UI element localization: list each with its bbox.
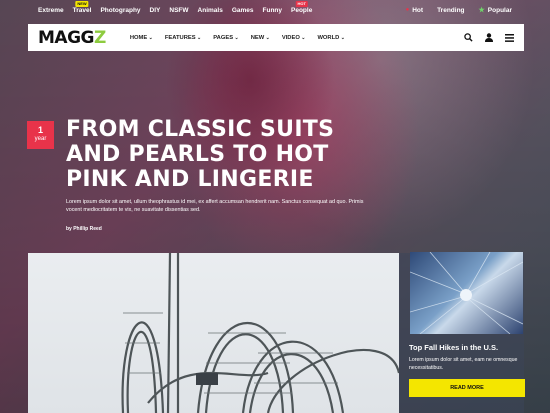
hot-badge: HOT	[295, 0, 308, 7]
category-label: Extreme	[38, 6, 64, 14]
nav-item-video[interactable]: VIDEO	[282, 35, 306, 41]
date-unit: year	[34, 136, 47, 142]
top-right-links: ● Hot Trending ★ Popular	[406, 6, 512, 15]
category-nsfw[interactable]: NSFW	[169, 7, 188, 14]
category-links: Extreme NEW Travel Photography DIY NSFW A…	[38, 0, 313, 14]
top-bar: Extreme NEW Travel Photography DIY NSFW A…	[0, 0, 550, 20]
site-logo[interactable]: MAGGZ	[38, 28, 106, 48]
featured-image-card[interactable]	[28, 253, 399, 413]
hot-label: Hot	[412, 6, 424, 14]
star-icon: ★	[478, 7, 485, 14]
category-label: Travel	[72, 6, 92, 14]
category-label: Games	[231, 6, 254, 14]
search-icon[interactable]	[464, 29, 473, 47]
trending-label: Trending	[437, 6, 465, 14]
date-number: 1	[37, 125, 43, 135]
trending-link[interactable]: Trending	[437, 7, 464, 14]
nav-item-features[interactable]: FEATURES	[165, 35, 201, 41]
category-extreme[interactable]: Extreme	[38, 7, 64, 14]
category-people[interactable]: HOT People	[291, 0, 313, 14]
category-animals[interactable]: Animals	[198, 7, 223, 14]
side-article-text: Lorem ipsum dolor sit amet, eam ne omnes…	[409, 357, 518, 371]
date-badge: 1 year	[27, 121, 54, 149]
tunnel-image	[410, 252, 523, 334]
nav-icons	[464, 29, 514, 47]
popular-label: Popular	[487, 6, 512, 14]
hero-byline[interactable]: by Phillip Reed	[66, 226, 102, 232]
category-label: NSFW	[169, 6, 189, 14]
read-more-button[interactable]: READ MORE	[409, 379, 525, 397]
side-article-title[interactable]: Top Fall Hikes in the U.S.	[409, 343, 498, 352]
hot-link[interactable]: ● Hot	[406, 7, 423, 14]
fire-icon: ●	[405, 7, 410, 13]
nav-item-world[interactable]: WORLD	[317, 35, 345, 41]
new-badge: NEW	[75, 0, 89, 7]
popular-link[interactable]: ★ Popular	[478, 6, 512, 15]
category-funny[interactable]: Funny	[263, 7, 283, 14]
nav-item-new[interactable]: NEW	[251, 35, 270, 41]
logo-accent: Z	[93, 27, 106, 48]
user-icon[interactable]	[485, 29, 493, 47]
category-diy[interactable]: DIY	[150, 7, 161, 14]
hero-headline[interactable]: FROM CLASSIC SUITS AND PEARLS TO HOT PIN…	[66, 117, 366, 192]
logo-text: MAGG	[38, 27, 94, 48]
side-article-image[interactable]	[410, 252, 523, 334]
nav-item-home[interactable]: HOME	[130, 35, 153, 41]
roller-coaster-image	[121, 253, 399, 413]
category-label: Photography	[100, 6, 141, 14]
category-travel[interactable]: NEW Travel	[72, 0, 92, 14]
hero-excerpt: Lorem ipsum dolor sit amet, ullum theoph…	[66, 199, 364, 213]
category-label: DIY	[149, 6, 161, 14]
category-games[interactable]: Games	[232, 7, 254, 14]
menu-icon[interactable]	[505, 29, 514, 47]
nav-menu: HOME FEATURES PAGES NEW VIDEO WORLD	[130, 35, 345, 41]
category-label: People	[291, 6, 313, 14]
category-label: Animals	[197, 6, 223, 14]
nav-item-pages[interactable]: PAGES	[213, 35, 238, 41]
category-label: Funny	[262, 6, 283, 14]
category-photography[interactable]: Photography	[100, 7, 140, 14]
main-navigation: MAGGZ HOME FEATURES PAGES NEW VIDEO WORL…	[28, 24, 524, 51]
